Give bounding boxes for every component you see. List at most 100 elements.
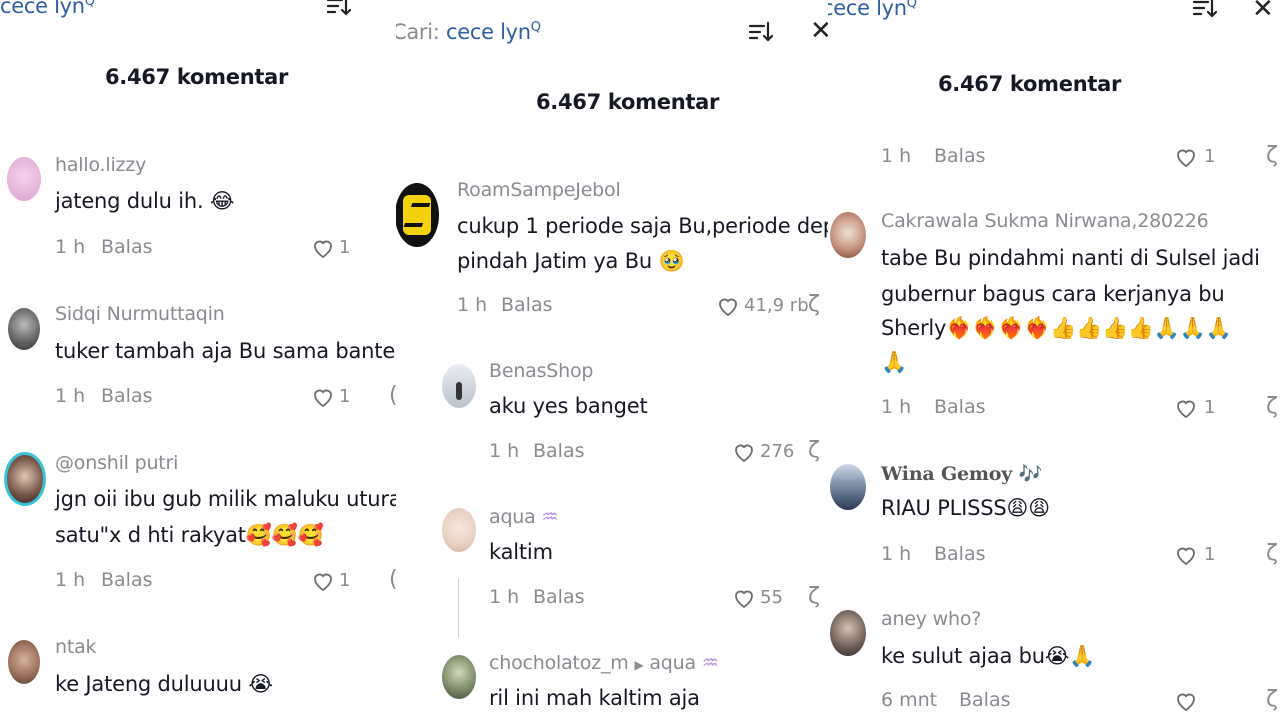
comment-username[interactable]: @onshil putri bbox=[55, 452, 178, 474]
comment-text: tabe Bu pindahmi nanti di Sulsel jadi bbox=[881, 246, 1260, 270]
like-count: 1 bbox=[1204, 397, 1216, 418]
heart-icon[interactable] bbox=[1174, 145, 1198, 169]
heart-icon[interactable] bbox=[732, 586, 756, 610]
heart-icon[interactable] bbox=[311, 385, 335, 409]
dislike-icon[interactable]: ζ bbox=[1266, 394, 1278, 419]
reply-button[interactable]: Balas bbox=[101, 569, 153, 591]
dislike-icon[interactable]: ζ bbox=[1266, 143, 1278, 168]
comment-time: 1 h bbox=[55, 236, 86, 258]
like-count: 1 bbox=[1204, 146, 1216, 167]
reply-button[interactable]: Balas bbox=[101, 236, 153, 258]
like-count: 1 bbox=[339, 386, 351, 407]
avatar[interactable] bbox=[8, 308, 40, 350]
dislike-icon[interactable]: ζ bbox=[1266, 687, 1278, 712]
comment-text: RIAU PLISSS😩😩 bbox=[881, 496, 1050, 520]
comment-username[interactable]: Wina Gemoy 🎶 bbox=[881, 462, 1042, 485]
dislike-icon[interactable]: ( bbox=[389, 567, 396, 592]
search-prefix: Cari: bbox=[396, 20, 440, 44]
reply-button[interactable]: Balas bbox=[101, 385, 153, 407]
comment-text-line2: gubernur bagus cara kerjanya bu bbox=[881, 282, 1225, 306]
comment-text-line4: 🙏 bbox=[881, 350, 907, 374]
close-icon[interactable]: ✕ bbox=[810, 18, 828, 44]
search-icon[interactable]: Q bbox=[907, 0, 917, 11]
heart-icon[interactable] bbox=[311, 569, 335, 593]
heart-icon[interactable] bbox=[1174, 689, 1198, 713]
heart-icon[interactable] bbox=[1174, 543, 1198, 567]
comment-panel-3: cece lynQ ✕ 6.467 komentar 1 h Balas 1 ζ… bbox=[828, 0, 1280, 720]
avatar[interactable] bbox=[8, 640, 40, 684]
comment-text: ril ini mah kaltim aja bbox=[489, 686, 700, 710]
dislike-icon[interactable]: ζ bbox=[808, 584, 820, 609]
avatar[interactable] bbox=[830, 212, 866, 258]
comment-text: cukup 1 periode saja Bu,periode depan bbox=[457, 214, 828, 238]
like-count: 55 bbox=[760, 587, 783, 608]
comment-username[interactable]: aney who? bbox=[881, 608, 981, 630]
comment-text: aku yes banget bbox=[489, 394, 648, 418]
comment-username[interactable]: BenasShop bbox=[489, 360, 593, 382]
avatar[interactable] bbox=[396, 183, 439, 247]
comment-time: 1 h bbox=[55, 385, 86, 407]
like-count: 41,9 rb bbox=[744, 295, 809, 316]
avatar[interactable] bbox=[830, 610, 866, 656]
comment-text-line3: Sherly❤️‍🔥❤️‍🔥❤️‍🔥❤️‍🔥👍👍👍👍🙏🙏🙏 bbox=[881, 316, 1232, 340]
comment-time: 1 h bbox=[457, 294, 488, 316]
search-text: cece lyn bbox=[828, 0, 907, 20]
comment-time: 1 h bbox=[881, 145, 912, 167]
avatar[interactable] bbox=[442, 655, 476, 699]
search-query[interactable]: Cari: cece lynQ bbox=[396, 20, 541, 44]
avatar[interactable] bbox=[442, 508, 476, 552]
comment-text: jgn oii ibu gub milik maluku utura bbox=[55, 487, 396, 511]
heart-icon[interactable] bbox=[311, 236, 335, 260]
search-icon[interactable]: Q bbox=[531, 20, 541, 35]
reply-button[interactable]: Balas bbox=[934, 396, 986, 418]
comment-text: ke Jateng duluuuu 😭 bbox=[55, 672, 273, 696]
heart-icon[interactable] bbox=[1174, 396, 1198, 420]
avatar[interactable] bbox=[830, 464, 866, 510]
aquarius-badge-icon: ♒ bbox=[541, 506, 559, 528]
comment-count: 6.467 komentar bbox=[105, 65, 289, 89]
comment-time: 1 h bbox=[489, 440, 520, 462]
avatar[interactable] bbox=[7, 157, 41, 201]
comment-username[interactable]: Cakrawala Sukma Nirwana,280226 bbox=[881, 210, 1209, 232]
reply-button[interactable]: Balas bbox=[501, 294, 553, 316]
thread-line bbox=[458, 578, 459, 638]
comment-username[interactable]: RoamSampeJebol bbox=[457, 179, 621, 201]
comment-username[interactable]: hallo.lizzy bbox=[55, 154, 146, 176]
search-text: cece lyn bbox=[0, 0, 85, 18]
search-text: cece lyn bbox=[445, 20, 531, 44]
comment-panel-1: cece lynQ 6.467 komentar hallo.lizzy jat… bbox=[0, 0, 396, 720]
reply-to-user[interactable]: aqua bbox=[649, 652, 696, 674]
sort-icon[interactable] bbox=[748, 20, 774, 46]
close-icon[interactable]: ✕ bbox=[1252, 0, 1274, 22]
comment-time: 1 h bbox=[55, 569, 86, 591]
reply-button[interactable]: Balas bbox=[934, 543, 986, 565]
comment-username[interactable]: chocholatoz_m ▶ aqua ♒ bbox=[489, 652, 719, 674]
comment-username[interactable]: Sidqi Nurmuttaqin bbox=[55, 303, 225, 325]
dislike-icon[interactable]: ζ bbox=[808, 292, 820, 317]
sort-icon[interactable] bbox=[1192, 0, 1218, 22]
comment-text: kaltim bbox=[489, 540, 553, 564]
dislike-icon[interactable]: ζ bbox=[808, 438, 820, 463]
comment-time: 1 h bbox=[881, 396, 912, 418]
reply-button[interactable]: Balas bbox=[934, 145, 986, 167]
aquarius-badge-icon: ♒ bbox=[701, 652, 719, 674]
heart-icon[interactable] bbox=[716, 294, 740, 318]
avatar[interactable] bbox=[442, 364, 476, 408]
avatar[interactable] bbox=[4, 452, 46, 506]
heart-icon[interactable] bbox=[732, 440, 756, 464]
dislike-icon[interactable]: ζ bbox=[1266, 541, 1278, 566]
username-text: chocholatoz_m bbox=[489, 652, 629, 674]
like-count: 276 bbox=[760, 441, 795, 462]
reply-button[interactable]: Balas bbox=[533, 586, 585, 608]
reply-button[interactable]: Balas bbox=[533, 440, 585, 462]
sort-icon[interactable] bbox=[326, 0, 352, 20]
dislike-icon[interactable]: ( bbox=[389, 383, 396, 408]
comment-text: jateng dulu ih. 😂 bbox=[55, 189, 235, 213]
search-query[interactable]: cece lynQ bbox=[828, 0, 917, 20]
comment-username[interactable]: ntak bbox=[55, 636, 97, 658]
search-icon[interactable]: Q bbox=[85, 0, 95, 9]
comment-username[interactable]: aqua ♒ bbox=[489, 506, 558, 528]
comment-count: 6.467 komentar bbox=[536, 90, 720, 114]
reply-button[interactable]: Balas bbox=[959, 689, 1011, 711]
search-query[interactable]: cece lynQ bbox=[0, 0, 95, 18]
